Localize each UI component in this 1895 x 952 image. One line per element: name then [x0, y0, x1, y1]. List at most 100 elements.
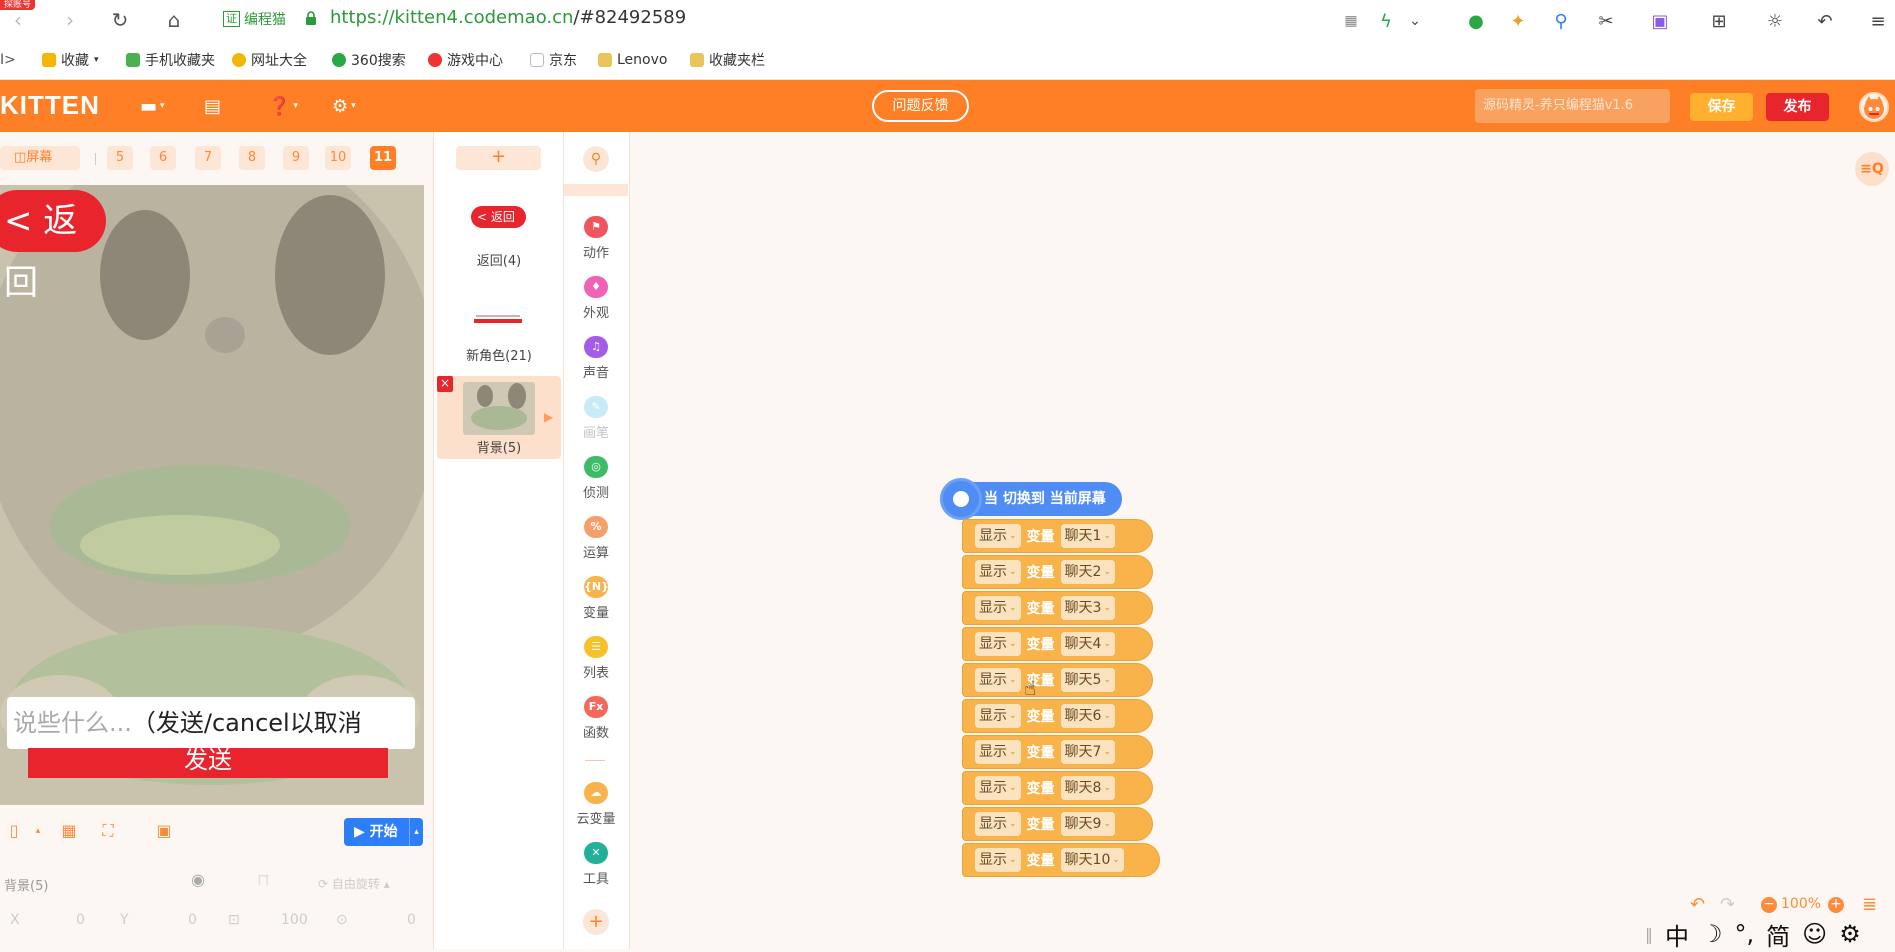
screen-tab[interactable]: 5: [107, 146, 133, 170]
variable-dropdown[interactable]: 聊天10 ⌄: [1060, 848, 1124, 872]
show-variable-block[interactable]: 显示 ⌄ 变量 聊天8 ⌄: [962, 771, 1153, 805]
stage-chat-input[interactable]: 说些什么...（发送/cancel以取消: [7, 697, 415, 749]
bookmark-games[interactable]: 游戏中心: [428, 50, 503, 70]
category-tools[interactable]: ✕ 工具: [564, 842, 628, 887]
show-variable-block[interactable]: 显示 ⌄ 变量 聊天9 ⌄: [962, 807, 1153, 841]
lightning-icon[interactable]: ϟ: [1373, 8, 1399, 34]
screen-tab[interactable]: 8: [239, 146, 265, 170]
show-variable-block[interactable]: 显示 ⌄ 变量 聊天3 ⌄: [962, 591, 1153, 625]
show-dropdown[interactable]: 显示 ⌄: [975, 524, 1021, 548]
rotation-mode-select[interactable]: ⟳ 自由旋转 ▴: [318, 875, 390, 892]
undo-icon[interactable]: ↶: [1812, 8, 1838, 34]
search-icon[interactable]: ⚲: [583, 146, 609, 172]
ime-simplified[interactable]: 简: [1766, 917, 1790, 952]
add-extension-button[interactable]: +: [583, 909, 609, 935]
variable-dropdown[interactable]: 聊天2 ⌄: [1060, 560, 1116, 584]
category-looks[interactable]: ♦ 外观: [564, 276, 628, 321]
bookmark-jd[interactable]: 京东: [530, 50, 577, 70]
category-operator[interactable]: % 运算: [564, 516, 628, 561]
moon-icon[interactable]: ☽: [1701, 920, 1723, 948]
screen-tab[interactable]: 9: [283, 146, 309, 170]
menu-icon[interactable]: ≡: [1865, 8, 1891, 34]
chevron-up-icon[interactable]: ▴: [409, 818, 423, 846]
address-bar[interactable]: https://kitten4.codemao.cn/#82492589: [330, 7, 686, 28]
variable-dropdown[interactable]: 聊天9 ⌄: [1060, 812, 1116, 836]
show-dropdown[interactable]: 显示 ⌄: [975, 596, 1021, 620]
y-value[interactable]: 0: [188, 912, 197, 928]
align-icon[interactable]: ≣: [1862, 894, 1877, 915]
zoom-out-button[interactable]: −: [1761, 897, 1777, 913]
reload-icon[interactable]: ↻: [108, 8, 132, 32]
show-variable-block[interactable]: 显示 ⌄ 变量 聊天5 ⌄: [962, 663, 1153, 697]
screen-tab-active[interactable]: 11: [370, 146, 397, 170]
category-sound[interactable]: ♫ 声音: [564, 336, 628, 381]
redo-icon[interactable]: ↷: [1720, 894, 1735, 915]
zoom-in-button[interactable]: +: [1828, 897, 1844, 913]
back-icon[interactable]: ‹: [6, 8, 30, 32]
fullscreen-icon[interactable]: ⛶: [98, 821, 118, 841]
category-pen[interactable]: ✎ 画笔: [564, 396, 628, 441]
avatar[interactable]: [1859, 92, 1889, 122]
sprite-thumbnail-newrole[interactable]: [474, 314, 522, 323]
category-sensing[interactable]: ◎ 侦测: [564, 456, 628, 501]
variable-dropdown[interactable]: 聊天5 ⌄: [1060, 668, 1116, 692]
help-menu[interactable]: ❓ ▾: [268, 95, 298, 117]
category-cloud-variable[interactable]: ☁ 云变量: [564, 782, 628, 827]
search-code-button[interactable]: ≡Q: [1855, 152, 1889, 186]
variable-dropdown[interactable]: 聊天4 ⌄: [1060, 632, 1116, 656]
show-variable-block[interactable]: 显示 ⌄ 变量 聊天10 ⌄: [962, 843, 1160, 877]
lock-icon[interactable]: ⊓: [257, 870, 269, 889]
backpack-icon[interactable]: ▤: [204, 95, 221, 117]
screen-tab[interactable]: 7: [195, 146, 221, 170]
show-dropdown[interactable]: 显示 ⌄: [975, 848, 1021, 872]
stage-send-button[interactable]: 发送: [28, 748, 388, 778]
translate-icon[interactable]: ▣: [1647, 8, 1673, 34]
show-dropdown[interactable]: 显示 ⌄: [975, 740, 1021, 764]
bookmark-nav[interactable]: 网址大全: [232, 50, 307, 70]
category-variable[interactable]: {N} 变量: [564, 576, 628, 621]
project-name-input[interactable]: 源码精灵-养只编程猫v1.6: [1475, 89, 1670, 123]
variable-dropdown[interactable]: 聊天8 ⌄: [1060, 776, 1116, 800]
show-variable-block[interactable]: 显示 ⌄ 变量 聊天7 ⌄: [962, 735, 1153, 769]
settings-menu[interactable]: ⚙ ▾: [332, 95, 356, 117]
variable-dropdown[interactable]: 聊天1 ⌄: [1060, 524, 1116, 548]
show-variable-block[interactable]: 显示 ⌄ 变量 聊天2 ⌄: [962, 555, 1153, 589]
show-dropdown[interactable]: 显示 ⌄: [975, 560, 1021, 584]
chat-icon[interactable]: ●: [1463, 8, 1489, 34]
save-button[interactable]: 保存: [1690, 93, 1753, 121]
bookmark-360[interactable]: 360搜索: [332, 50, 406, 70]
delete-sprite-button[interactable]: ×: [437, 376, 453, 392]
add-sprite-button[interactable]: +: [456, 146, 541, 170]
show-variable-block[interactable]: 显示 ⌄ 变量 聊天6 ⌄: [962, 699, 1153, 733]
sprite-thumbnail-back[interactable]: < 返回: [471, 206, 526, 228]
rotation-value[interactable]: 0: [407, 912, 416, 928]
variable-dropdown[interactable]: 聊天6 ⌄: [1060, 704, 1116, 728]
screen-toggle-button[interactable]: ◫屏幕: [0, 146, 80, 170]
show-dropdown[interactable]: 显示 ⌄: [975, 632, 1021, 656]
bookmark-mobile[interactable]: 手机收藏夹: [126, 50, 215, 70]
category-function[interactable]: Fx 函数: [564, 696, 628, 741]
bookmarks-toggle-icon[interactable]: I>: [0, 50, 16, 70]
code-workspace[interactable]: [630, 132, 1895, 949]
qr-icon[interactable]: ▦: [1338, 8, 1364, 34]
home-icon[interactable]: ⌂: [162, 8, 186, 32]
eye-icon[interactable]: ◉: [191, 870, 205, 889]
undo-icon[interactable]: ↶: [1690, 894, 1705, 915]
publish-button[interactable]: 发布: [1766, 93, 1829, 121]
screen-tab[interactable]: 10: [325, 146, 351, 170]
show-variable-block[interactable]: 显示 ⌄ 变量 聊天4 ⌄: [962, 627, 1153, 661]
chevron-down-icon[interactable]: ⌄: [1402, 8, 1428, 34]
stage-back-button[interactable]: < 返回: [0, 190, 106, 303]
ime-chinese-mode[interactable]: 中: [1665, 917, 1689, 952]
start-button[interactable]: ▶ 开始 ▴: [344, 818, 423, 846]
gear-icon[interactable]: ⚙: [1839, 920, 1861, 948]
bookmark-folder-bar[interactable]: 收藏夹栏: [690, 50, 765, 70]
show-dropdown[interactable]: 显示 ⌄: [975, 776, 1021, 800]
variable-dropdown[interactable]: 聊天3 ⌄: [1060, 596, 1116, 620]
show-dropdown[interactable]: 显示 ⌄: [975, 668, 1021, 692]
variable-dropdown[interactable]: 聊天7 ⌄: [1060, 740, 1116, 764]
file-menu[interactable]: ▬ ▾: [140, 95, 165, 117]
brightness-icon[interactable]: ☼: [1762, 8, 1788, 34]
record-icon[interactable]: ▣: [154, 821, 174, 841]
chevron-up-icon[interactable]: ▴: [28, 821, 48, 841]
